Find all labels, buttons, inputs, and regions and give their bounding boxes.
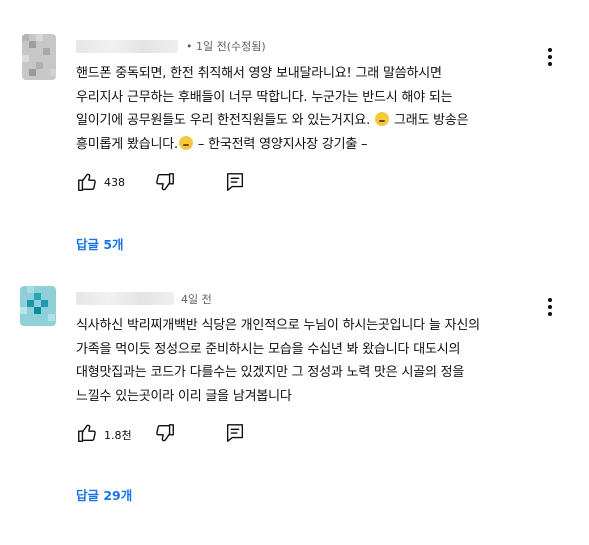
view-replies-button[interactable]: 답글 5개 xyxy=(76,234,124,253)
comment-line: 대형맛집과는 코드가 다를수는 있겠지만 그 정성과 노력 맛은 시골의 정을 xyxy=(76,365,465,381)
comment-line: 우리지사 근무하는 후배들이 너무 딱합니다. 누군가는 반드시 해야 되는 xyxy=(76,89,453,105)
thumbs-up-icon xyxy=(78,424,96,442)
comment-line: 흥미롭게 봤습니다. – 한국전력 영양지사장 강기출 – xyxy=(76,136,368,153)
view-replies-button[interactable]: 답글 29개 xyxy=(76,485,132,504)
avatar[interactable] xyxy=(20,286,56,326)
comment-text: 식사하신 박리찌개백반 식당은 개인적으로 누님이 하시는곳입니다 늘 자신의 … xyxy=(76,314,546,409)
sweat-smile-emoji xyxy=(178,136,193,151)
dislike-button[interactable] xyxy=(154,422,176,444)
comment-line: 핸드폰 중독되면, 한전 취직해서 영양 보내달라니요! 그래 말씀하시면 xyxy=(76,66,442,81)
like-count: 438 xyxy=(104,176,125,189)
comment-timestamp[interactable]: • 1일 전(수정됨) xyxy=(186,40,266,54)
comment-line: 일이기에 공무원들도 우리 한전직원들도 와 있는거지요. 그래도 방송은 xyxy=(76,112,469,129)
dislike-button[interactable] xyxy=(154,171,176,193)
author-name[interactable] xyxy=(76,40,178,53)
comment-text: 핸드폰 중독되면, 한전 취직해서 영양 보내달라니요! 그래 말씀하시면 우리… xyxy=(76,62,546,157)
like-count: 1.8천 xyxy=(104,429,132,442)
comment-timestamp[interactable]: 4일 전 xyxy=(181,293,212,307)
comment-actions: 1.8천 xyxy=(76,422,276,446)
reply-icon xyxy=(226,173,244,191)
avatar[interactable] xyxy=(22,34,56,80)
like-button[interactable] xyxy=(76,171,98,193)
thumbs-up-icon xyxy=(78,173,96,191)
comment-line: 가족을 먹이듯 정성으로 준비하시는 모습을 수십년 봐 왔습니다 대도시의 xyxy=(76,341,461,357)
like-button[interactable] xyxy=(76,422,98,444)
reply-icon xyxy=(226,424,244,442)
author-name[interactable] xyxy=(76,292,174,305)
crying-emoji xyxy=(375,112,390,127)
thumbs-down-icon xyxy=(156,424,174,442)
reply-button[interactable] xyxy=(224,171,246,193)
comment-line: 느낄수 있는곳이라 이리 글을 남겨봅니다 xyxy=(76,389,292,405)
reply-button[interactable] xyxy=(224,422,246,444)
comment-actions: 438 xyxy=(76,171,276,195)
thumbs-down-icon xyxy=(156,173,174,191)
comment-line: 식사하신 박리찌개백반 식당은 개인적으로 누님이 하시는곳입니다 늘 자신의 xyxy=(76,318,480,333)
